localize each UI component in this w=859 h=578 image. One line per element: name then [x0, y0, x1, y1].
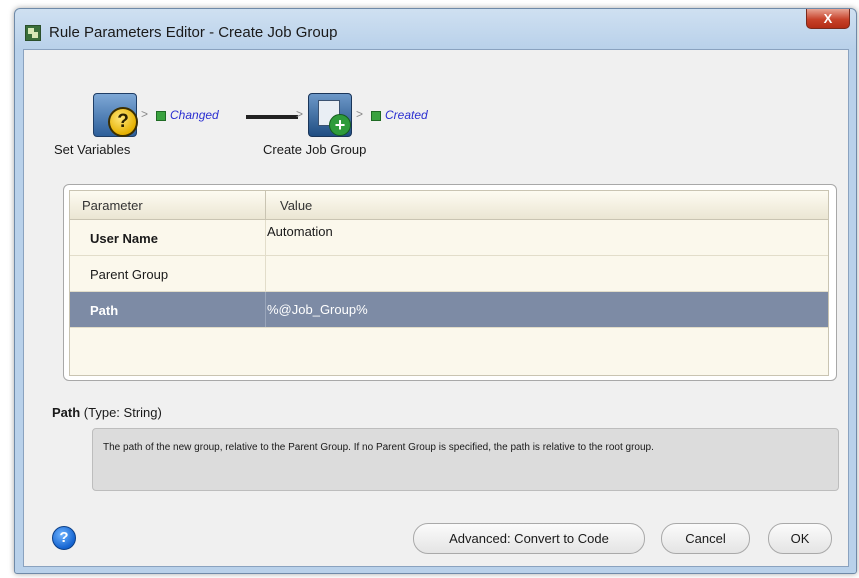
table-row-path[interactable]: Path %@Job_Group%: [70, 292, 828, 328]
arrow-right-icon: >: [141, 107, 149, 121]
cancel-button[interactable]: Cancel: [661, 523, 750, 554]
help-icon[interactable]: ?: [52, 526, 76, 550]
table-row-user-name[interactable]: User Name Automation: [70, 220, 828, 256]
created-check-icon: [371, 111, 381, 121]
row-name: Path: [90, 303, 119, 318]
arrow-right-icon: >: [356, 107, 364, 121]
description-param-type: (Type: String): [83, 405, 162, 420]
step-label-set-variables: Set Variables: [54, 142, 131, 157]
column-divider: [265, 220, 266, 255]
status-created: Created: [385, 108, 428, 122]
window-title: Rule Parameters Editor - Create Job Grou…: [49, 24, 338, 41]
header-value[interactable]: Value: [280, 198, 312, 213]
set-variables-icon[interactable]: ?: [93, 93, 138, 137]
dialog-window: Rule Parameters Editor - Create Job Grou…: [14, 8, 857, 574]
description-box: The path of the new group, relative to t…: [92, 428, 839, 491]
header-divider[interactable]: [265, 191, 266, 219]
question-badge-icon: ?: [108, 107, 138, 137]
close-button[interactable]: X: [806, 9, 850, 29]
changed-check-icon: [156, 111, 166, 121]
arrow-right-icon: >: [296, 107, 304, 121]
parameters-panel: Parameter Value User Name Automation Par…: [63, 184, 837, 381]
table-header: Parameter Value: [70, 191, 828, 220]
description-param-name: Path: [52, 405, 81, 420]
header-parameter[interactable]: Parameter: [82, 198, 143, 213]
advanced-convert-button[interactable]: Advanced: Convert to Code: [413, 523, 645, 554]
column-divider: [265, 292, 266, 327]
row-name: User Name: [90, 231, 158, 246]
create-job-group-icon[interactable]: +: [308, 93, 352, 137]
description-title: Path (Type: String): [52, 405, 162, 420]
table-row-parent-group[interactable]: Parent Group: [70, 256, 828, 292]
column-divider: [265, 256, 266, 291]
app-icon: [25, 25, 41, 41]
status-changed: Changed: [170, 108, 219, 122]
ok-button[interactable]: OK: [768, 523, 832, 554]
title-bar[interactable]: Rule Parameters Editor - Create Job Grou…: [15, 9, 856, 49]
row-value-input[interactable]: %@Job_Group%: [267, 302, 827, 317]
plus-icon: +: [329, 114, 351, 136]
step-label-create-job-group: Create Job Group: [263, 142, 367, 157]
workflow-connector: [246, 115, 298, 119]
dialog-content: ? > Changed Set Variables > + > Created …: [23, 49, 849, 567]
row-name: Parent Group: [90, 267, 169, 282]
row-value-input[interactable]: Automation: [267, 224, 827, 239]
parameters-table: Parameter Value User Name Automation Par…: [69, 190, 829, 376]
